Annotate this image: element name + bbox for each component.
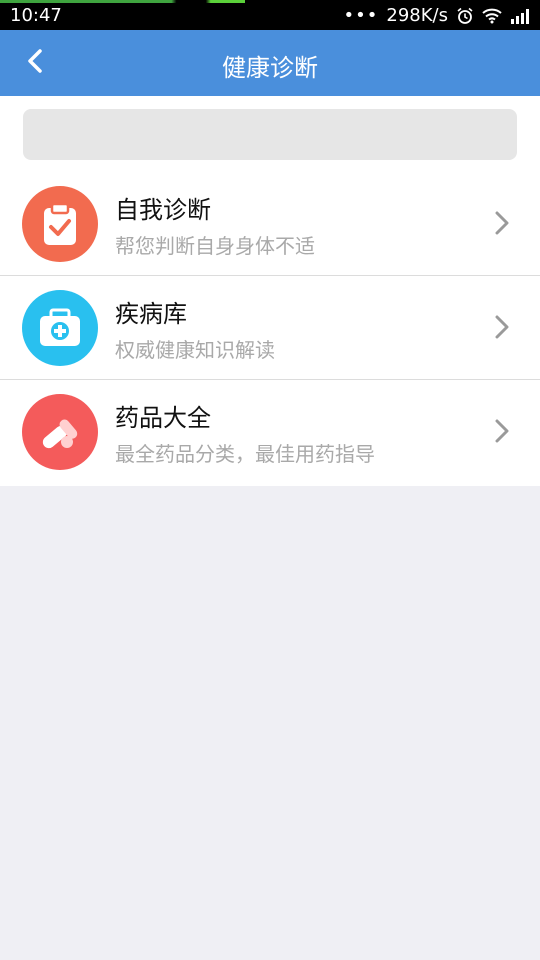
status-bar: 10:47 ••• 298K/s [0, 0, 540, 30]
network-speed: 298K/s [386, 5, 448, 26]
pills-icon [22, 394, 98, 470]
menu-item-subtitle: 最全药品分类，最佳用药指导 [115, 442, 375, 466]
more-dots: ••• [343, 5, 379, 26]
menu-item-subtitle: 帮您判断自身身体不适 [115, 234, 315, 258]
menu-item-drug-encyclopedia[interactable]: 药品大全 最全药品分类，最佳用药指导 [0, 380, 540, 486]
alarm-icon [456, 7, 474, 25]
chevron-right-icon [494, 210, 510, 240]
loading-progress [0, 0, 245, 3]
menu-item-title: 药品大全 [115, 404, 211, 432]
menu-list: 自我诊断 帮您判断自身身体不适 疾病库 权威健康知识解读 药品大全 最全药品分类… [0, 172, 540, 486]
menu-item-title: 疾病库 [115, 300, 187, 328]
chevron-right-icon [494, 314, 510, 344]
clipboard-check-icon [22, 186, 98, 262]
menu-item-title: 自我诊断 [115, 196, 211, 224]
menu-item-subtitle: 权威健康知识解读 [115, 338, 275, 362]
chevron-right-icon [494, 418, 510, 448]
page-title: 健康诊断 [222, 54, 318, 82]
medical-kit-icon [22, 290, 98, 366]
search-input[interactable] [23, 109, 517, 160]
search-area [0, 96, 540, 173]
signal-icon [510, 8, 532, 24]
status-time: 10:47 [10, 5, 62, 26]
menu-item-self-diagnosis[interactable]: 自我诊断 帮您判断自身身体不适 [0, 172, 540, 276]
status-icons: ••• 298K/s [344, 5, 532, 26]
wifi-icon [482, 8, 502, 24]
app-header: 健康诊断 [0, 30, 540, 96]
menu-item-disease-library[interactable]: 疾病库 权威健康知识解读 [0, 276, 540, 380]
